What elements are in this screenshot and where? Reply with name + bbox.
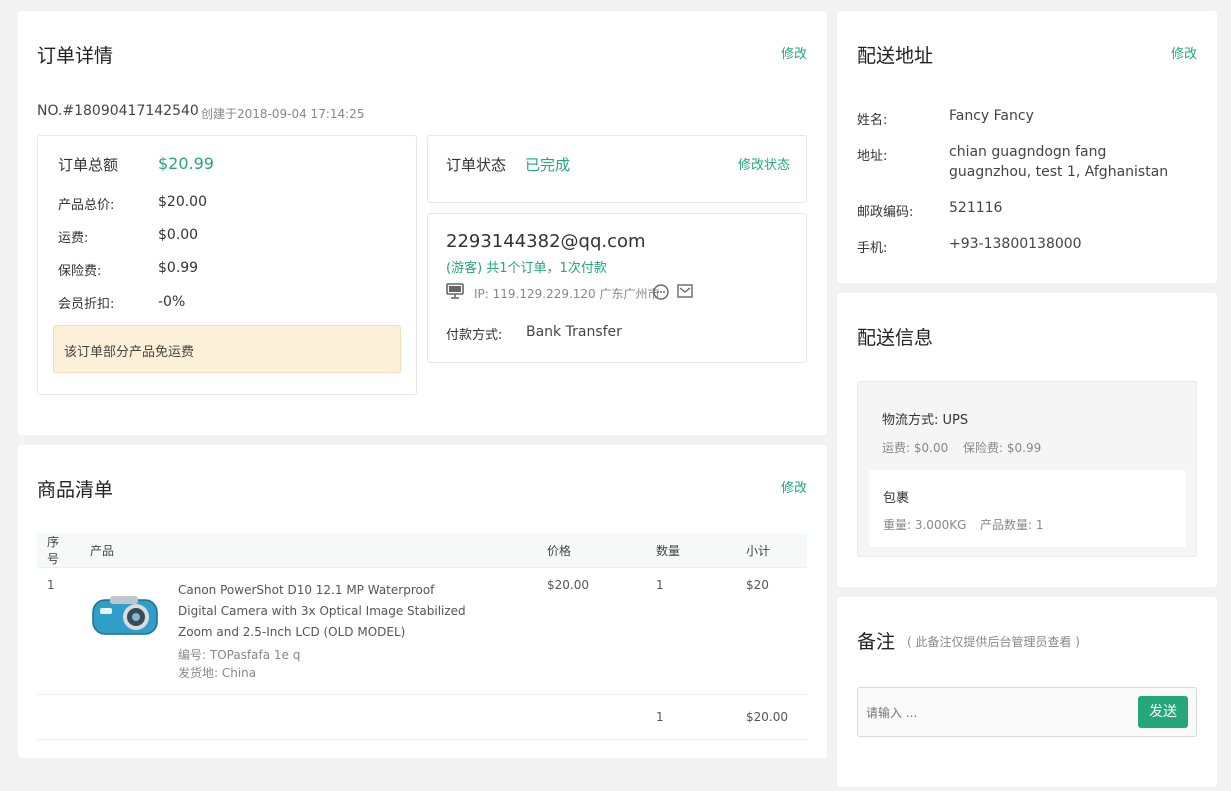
shipping-insurance: 保险费: $0.99 <box>963 441 1042 455</box>
product-total-value: $20.00 <box>158 194 207 210</box>
shipping-address-card: 配送地址 修改 姓名: Fancy Fancy 地址: chian guagnd… <box>837 11 1217 283</box>
item-sku: 编号: TOPasfafa 1e q <box>178 648 301 662</box>
order-edit-link[interactable]: 修改 <box>781 43 807 62</box>
address-edit-link[interactable]: 修改 <box>1171 43 1197 62</box>
addr-line2: guagnzhou, test 1, Afghanistan <box>949 164 1169 180</box>
free-shipping-notice: 该订单部分产品免运费 <box>53 325 401 373</box>
order-detail-card: 订单详情 修改 NO.#18090417142540 创建于2018-09-04… <box>18 11 827 435</box>
zip-value: 521116 <box>949 200 1003 216</box>
item-qty: 1 <box>646 567 736 695</box>
package-title: 包裹 <box>883 491 910 506</box>
note-hint: ( 此备注仅提供后台管理员查看 ) <box>907 635 1080 649</box>
goods-edit-link[interactable]: 修改 <box>781 477 807 496</box>
summary-qty: 1 <box>646 694 736 740</box>
item-product-name[interactable]: Canon PowerShot D10 12.1 MP Waterproof D… <box>178 580 466 643</box>
customer-order-info: (游客) 共1个订单，1次付款 <box>446 261 607 276</box>
package-weight: 重量: 3.000KG <box>883 518 967 532</box>
order-created-time: 创建于2018-09-04 17:14:25 <box>201 107 365 121</box>
order-detail-title: 订单详情 <box>37 45 114 67</box>
address-title: 配送地址 <box>857 45 934 67</box>
summary-total: $20.00 <box>736 694 807 740</box>
edit-status-link[interactable]: 修改状态 <box>738 154 790 173</box>
camera-product-image[interactable] <box>90 594 162 643</box>
member-discount-value: -0% <box>158 294 186 310</box>
customer-email: 2293144382@qq.com <box>446 231 646 252</box>
note-card: 备注 ( 此备注仅提供后台管理员查看 ) 发送 <box>837 597 1217 787</box>
mail-icon[interactable] <box>677 284 693 302</box>
item-index: 1 <box>37 567 80 695</box>
freight-label: 运费: <box>58 231 89 246</box>
customer-box: 2293144382@qq.com (游客) 共1个订单，1次付款 IP: 11… <box>427 213 807 363</box>
price-summary-box: 订单总额 $20.99 产品总价: $20.00 运费: $0.00 保险费: … <box>37 135 417 395</box>
header-price: 价格 <box>537 533 646 568</box>
member-discount-label: 会员折扣: <box>58 297 115 312</box>
product-total-label: 产品总价: <box>58 198 115 213</box>
shipping-freight: 运费: $0.00 <box>882 441 949 455</box>
order-status-label: 订单状态 <box>446 156 507 174</box>
order-status-box: 订单状态 已完成 修改状态 <box>427 135 807 203</box>
insurance-value: $0.99 <box>158 260 199 276</box>
monitor-icon <box>446 283 464 303</box>
shipping-info-card: 配送信息 物流方式: UPS 运费: $0.00 保险费: $0.99 包裹 重… <box>837 293 1217 587</box>
shipping-method: 物流方式: UPS <box>882 413 969 428</box>
customer-ip: IP: 119.129.229.120 广东广州市 <box>474 287 660 301</box>
order-total-value: $20.99 <box>158 154 214 173</box>
order-status-value: 已完成 <box>525 156 571 174</box>
freight-value: $0.00 <box>158 227 199 243</box>
insurance-label: 保险费: <box>58 264 102 279</box>
phone-label: 手机: <box>857 241 888 256</box>
note-input-wrapper: 发送 <box>857 687 1197 737</box>
order-number: NO.#18090417142540 <box>37 103 199 119</box>
zip-label: 邮政编码: <box>857 205 914 220</box>
header-product: 产品 <box>80 533 537 568</box>
item-price: $20.00 <box>537 567 646 695</box>
item-product-cell: Canon PowerShot D10 12.1 MP Waterproof D… <box>80 567 537 695</box>
payment-method-label: 付款方式: <box>446 328 503 343</box>
summary-row: 1 $20.00 <box>37 694 807 740</box>
shipping-info-title: 配送信息 <box>857 327 934 349</box>
header-qty: 数量 <box>646 533 736 568</box>
payment-method-value: Bank Transfer <box>526 324 622 340</box>
shipping-detail-panel: 物流方式: UPS 运费: $0.00 保险费: $0.99 包裹 重量: 3.… <box>857 381 1197 557</box>
header-index: 序号 <box>37 533 80 568</box>
note-title: 备注 <box>857 631 896 653</box>
addr-label: 地址: <box>857 149 888 164</box>
phone-value: +93-13800138000 <box>949 236 1082 252</box>
goods-list-card: 商品清单 修改 序号 产品 价格 数量 小计 1 Canon PowerShot… <box>18 445 827 758</box>
goods-table: 序号 产品 价格 数量 小计 1 Canon PowerShot D10 12.… <box>37 533 807 740</box>
order-total-label: 订单总额 <box>58 156 119 174</box>
name-value: Fancy Fancy <box>949 108 1034 124</box>
name-label: 姓名: <box>857 113 888 128</box>
note-input[interactable] <box>866 702 1126 724</box>
goods-list-title: 商品清单 <box>37 479 114 501</box>
header-subtotal: 小计 <box>736 533 807 568</box>
item-subtotal: $20 <box>736 567 807 695</box>
addr-line1: chian guagndogn fang <box>949 144 1107 160</box>
package-box: 包裹 重量: 3.000KG 产品数量: 1 <box>869 470 1186 547</box>
send-button[interactable]: 发送 <box>1138 696 1188 728</box>
goods-table-header: 序号 产品 价格 数量 小计 <box>37 533 807 568</box>
chat-icon[interactable] <box>653 284 669 304</box>
item-origin: 发货地: China <box>178 666 257 680</box>
package-count: 产品数量: 1 <box>980 518 1044 532</box>
table-row: 1 Canon PowerShot D10 12.1 MP Waterproof… <box>37 567 807 695</box>
